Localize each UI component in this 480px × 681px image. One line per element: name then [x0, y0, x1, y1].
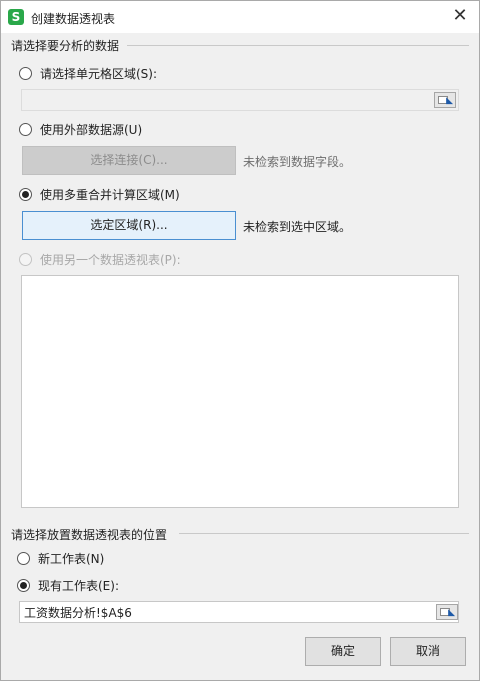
- radio-label: 请选择单元格区域(S):: [40, 66, 158, 81]
- cancel-button[interactable]: 取消: [390, 637, 466, 666]
- create-pivot-table-dialog: S 创建数据透视表 ✕ 请选择要分析的数据 请选择单元格区域(S): ◣ 使用外…: [0, 0, 480, 681]
- no-fields-status: 未检索到数据字段。: [243, 155, 352, 169]
- radio-label: 使用多重合并计算区域(M): [40, 187, 180, 202]
- close-button[interactable]: ✕: [447, 6, 473, 28]
- cell-range-input[interactable]: ◣: [21, 89, 459, 111]
- radio-button[interactable]: [19, 122, 32, 136]
- range-picker-button[interactable]: ◣: [434, 92, 456, 108]
- radio-select-cell-range[interactable]: 请选择单元格区域(S):: [19, 64, 157, 82]
- radio-existing-worksheet[interactable]: 现有工作表(E):: [17, 576, 119, 594]
- radio-button[interactable]: [17, 551, 30, 565]
- no-range-status: 未检索到选中区域。: [243, 220, 352, 234]
- title-bar: S 创建数据透视表 ✕: [1, 1, 479, 33]
- radio-button[interactable]: [19, 66, 32, 80]
- ok-button[interactable]: 确定: [305, 637, 381, 666]
- radio-label: 现有工作表(E):: [38, 578, 119, 593]
- wps-spreadsheet-icon: S: [8, 9, 24, 25]
- radio-label: 使用另一个数据透视表(P):: [40, 252, 181, 267]
- location-group-title: 请选择放置数据透视表的位置: [11, 528, 168, 542]
- radio-label: 使用外部数据源(U): [40, 122, 143, 137]
- location-group-divider: [179, 533, 469, 534]
- radio-another-pivot-table[interactable]: 使用另一个数据透视表(P):: [19, 250, 181, 268]
- radio-multiple-consolidation[interactable]: 使用多重合并计算区域(M): [19, 185, 180, 203]
- pivot-table-list[interactable]: [21, 275, 459, 508]
- dialog-title: 创建数据透视表: [31, 12, 116, 26]
- select-range-button[interactable]: 选定区域(R)...: [22, 211, 236, 240]
- radio-button-selected[interactable]: [17, 578, 30, 592]
- location-value: 工资数据分析!$A$6: [24, 606, 132, 620]
- radio-external-source[interactable]: 使用外部数据源(U): [19, 120, 142, 138]
- radio-button-selected[interactable]: [19, 187, 32, 201]
- location-picker-button[interactable]: ◣: [436, 604, 458, 620]
- source-group-title: 请选择要分析的数据: [11, 39, 120, 53]
- select-connection-button[interactable]: 选择连接(C)...: [22, 146, 236, 175]
- source-group-divider: [127, 45, 469, 46]
- radio-label: 新工作表(N): [38, 551, 105, 566]
- radio-new-worksheet[interactable]: 新工作表(N): [17, 549, 104, 567]
- location-input[interactable]: 工资数据分析!$A$6 ◣: [19, 601, 459, 623]
- radio-button-disabled[interactable]: [19, 252, 32, 266]
